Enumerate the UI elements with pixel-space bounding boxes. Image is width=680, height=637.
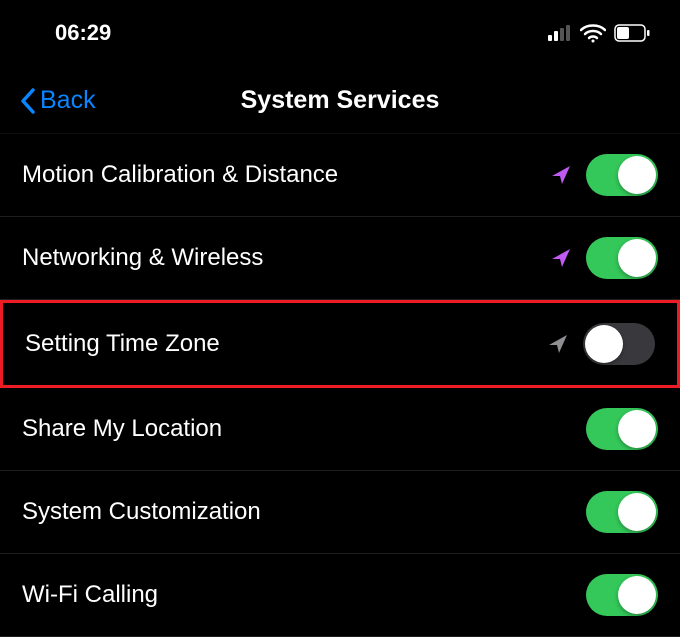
location-arrow-icon — [547, 333, 569, 355]
row-label: Motion Calibration & Distance — [22, 161, 550, 189]
row-share-my-location[interactable]: Share My Location — [0, 388, 680, 471]
toggle-share-my-location[interactable] — [586, 408, 658, 450]
row-label: Wi-Fi Calling — [22, 581, 586, 609]
row-right — [586, 408, 658, 450]
status-icons — [548, 23, 650, 43]
chevron-left-icon — [20, 88, 36, 114]
row-right — [586, 491, 658, 533]
wifi-icon — [580, 23, 606, 43]
row-right — [547, 323, 655, 365]
row-networking-wireless[interactable]: Networking & Wireless — [0, 217, 680, 300]
battery-icon — [614, 24, 650, 42]
toggle-system-customization[interactable] — [586, 491, 658, 533]
toggle-wifi-calling[interactable] — [586, 574, 658, 616]
row-right — [550, 237, 658, 279]
row-motion-calibration[interactable]: Motion Calibration & Distance — [0, 134, 680, 217]
row-system-customization[interactable]: System Customization — [0, 471, 680, 554]
toggle-knob — [618, 239, 656, 277]
row-label: Setting Time Zone — [25, 330, 547, 358]
status-bar: 06:29 — [0, 0, 680, 60]
toggle-knob — [618, 410, 656, 448]
row-label: System Customization — [22, 498, 586, 526]
row-label: Networking & Wireless — [22, 244, 550, 272]
toggle-networking-wireless[interactable] — [586, 237, 658, 279]
row-right — [586, 574, 658, 616]
row-right — [550, 154, 658, 196]
toggle-knob — [585, 325, 623, 363]
nav-bar: Back System Services — [0, 60, 680, 134]
page-title: System Services — [241, 86, 440, 115]
back-label: Back — [40, 86, 96, 115]
row-wifi-calling[interactable]: Wi-Fi Calling — [0, 554, 680, 637]
toggle-knob — [618, 156, 656, 194]
cellular-signal-icon — [548, 25, 572, 41]
settings-list: Motion Calibration & Distance Networking… — [0, 134, 680, 637]
toggle-motion-calibration[interactable] — [586, 154, 658, 196]
status-time: 06:29 — [55, 20, 111, 46]
location-arrow-icon — [550, 164, 572, 186]
row-label: Share My Location — [22, 415, 586, 443]
row-setting-time-zone[interactable]: Setting Time Zone — [0, 300, 680, 388]
toggle-knob — [618, 576, 656, 614]
back-button[interactable]: Back — [20, 86, 96, 115]
toggle-knob — [618, 493, 656, 531]
toggle-setting-time-zone[interactable] — [583, 323, 655, 365]
location-arrow-icon — [550, 247, 572, 269]
